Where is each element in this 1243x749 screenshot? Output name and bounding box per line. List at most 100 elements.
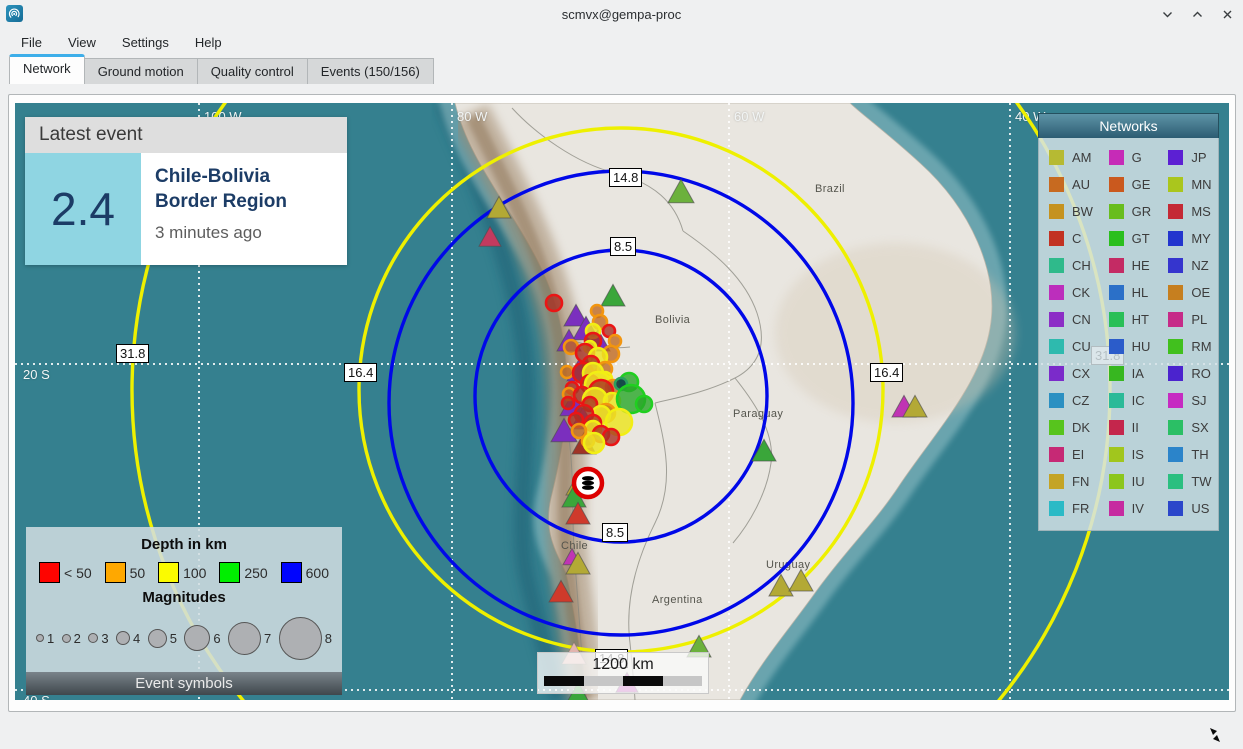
network-item[interactable]: US — [1158, 495, 1218, 522]
distance-label: 14.8 — [609, 168, 642, 187]
network-item[interactable]: MN — [1158, 171, 1218, 198]
network-item[interactable]: PL — [1158, 306, 1218, 333]
network-color-swatch — [1049, 366, 1064, 381]
network-item[interactable]: OE — [1158, 279, 1218, 306]
network-item[interactable]: RO — [1158, 360, 1218, 387]
distance-label: 8.5 — [602, 523, 628, 542]
magnitude-legend-row: 12345678 — [26, 606, 342, 672]
station-triangle[interactable] — [601, 284, 625, 306]
minimize-button[interactable] — [1159, 6, 1175, 22]
network-item[interactable]: G — [1099, 144, 1159, 171]
network-item[interactable]: II — [1099, 414, 1159, 441]
app-window: { "window": {"title": "scmvx@gempa-proc"… — [0, 0, 1243, 747]
station-triangle[interactable] — [479, 226, 501, 246]
network-item[interactable]: MS — [1158, 198, 1218, 225]
network-item[interactable]: C — [1039, 225, 1099, 252]
event-circle[interactable] — [603, 429, 619, 445]
network-item[interactable]: CN — [1039, 306, 1099, 333]
map-canvas[interactable]: 100 W80 W60 W40 W20 S40 S BrazilBoliviaP… — [15, 103, 1229, 700]
network-item[interactable]: HT — [1099, 306, 1159, 333]
network-item[interactable]: RM — [1158, 333, 1218, 360]
network-item[interactable]: CZ — [1039, 387, 1099, 414]
network-item[interactable]: TW — [1158, 468, 1218, 495]
network-item[interactable]: IS — [1099, 441, 1159, 468]
network-item[interactable]: AM — [1039, 144, 1099, 171]
magnitude-circle — [62, 634, 71, 643]
magnitude-circle — [116, 631, 130, 645]
network-color-swatch — [1109, 339, 1124, 354]
magnitude-label: 7 — [264, 631, 271, 646]
network-item[interactable]: MY — [1158, 225, 1218, 252]
network-item[interactable]: SJ — [1158, 387, 1218, 414]
magnitude-item: 5 — [148, 629, 177, 648]
magnitude-label: 4 — [133, 631, 140, 646]
network-code: CN — [1072, 312, 1091, 327]
close-button[interactable] — [1219, 6, 1235, 22]
event-circle[interactable] — [561, 366, 573, 378]
network-color-swatch — [1168, 177, 1183, 192]
event-symbols-bar[interactable]: Event symbols — [26, 672, 342, 695]
network-item[interactable]: HE — [1099, 252, 1159, 279]
network-item[interactable]: FN — [1039, 468, 1099, 495]
network-item[interactable]: GT — [1099, 225, 1159, 252]
network-item[interactable]: BW — [1039, 198, 1099, 225]
network-item[interactable]: CH — [1039, 252, 1099, 279]
maximize-button[interactable] — [1189, 6, 1205, 22]
menu-help[interactable]: Help — [182, 31, 235, 54]
latest-event-magnitude: 2.4 — [25, 153, 141, 265]
network-item[interactable]: TH — [1158, 441, 1218, 468]
network-color-swatch — [1168, 285, 1183, 300]
network-item[interactable]: GR — [1099, 198, 1159, 225]
network-item[interactable]: SX — [1158, 414, 1218, 441]
menu-view[interactable]: View — [55, 31, 109, 54]
titlebar[interactable]: scmvx@gempa-proc — [0, 0, 1243, 28]
network-item[interactable]: HL — [1099, 279, 1159, 306]
network-color-swatch — [1168, 420, 1183, 435]
network-item[interactable]: JP — [1158, 144, 1218, 171]
network-item[interactable]: CX — [1039, 360, 1099, 387]
network-item[interactable]: IA — [1099, 360, 1159, 387]
tab-ground-motion[interactable]: Ground motion — [84, 58, 198, 84]
menu-settings[interactable]: Settings — [109, 31, 182, 54]
network-color-swatch — [1049, 339, 1064, 354]
distance-label: 8.5 — [610, 237, 636, 256]
network-item[interactable]: NZ — [1158, 252, 1218, 279]
network-item[interactable]: IV — [1099, 495, 1159, 522]
network-item[interactable]: CU — [1039, 333, 1099, 360]
magnitude-item: 1 — [36, 631, 54, 646]
network-code: HT — [1132, 312, 1149, 327]
networks-panel-title[interactable]: Networks — [1038, 113, 1219, 138]
latest-event-header[interactable]: Latest event — [25, 117, 347, 153]
scalebar-segment — [544, 676, 584, 686]
network-item[interactable]: AU — [1039, 171, 1099, 198]
depth-item: < 50 — [39, 562, 92, 583]
network-color-swatch — [1109, 474, 1124, 489]
event-circle[interactable] — [562, 397, 574, 409]
network-item[interactable]: EI — [1039, 441, 1099, 468]
depth-legend-title: Depth in km — [26, 536, 342, 553]
network-item[interactable]: FR — [1039, 495, 1099, 522]
tab-network[interactable]: Network — [9, 54, 85, 84]
networks-panel: Networks AMAUBWCCHCKCNCUCXCZDKEIFNFRGGEG… — [1038, 113, 1219, 531]
event-circle[interactable] — [584, 433, 604, 453]
event-circle[interactable] — [546, 295, 562, 311]
network-item[interactable]: CK — [1039, 279, 1099, 306]
network-code: GT — [1132, 231, 1150, 246]
tab-events-[interactable]: Events (150/156) — [307, 58, 434, 84]
event-circle[interactable] — [636, 396, 652, 412]
network-item[interactable]: DK — [1039, 414, 1099, 441]
menu-file[interactable]: File — [8, 31, 55, 54]
network-code: MN — [1191, 177, 1211, 192]
network-item[interactable]: IU — [1099, 468, 1159, 495]
network-item[interactable]: GE — [1099, 171, 1159, 198]
event-symbols-legend: Depth in km < 5050100250600 Magnitudes 1… — [26, 527, 342, 695]
station-triangle[interactable] — [549, 580, 573, 602]
depth-item: 250 — [219, 562, 267, 583]
network-color-swatch — [1049, 285, 1064, 300]
scalebar-segment — [584, 676, 624, 686]
network-code: FR — [1072, 501, 1089, 516]
network-item[interactable]: IC — [1099, 387, 1159, 414]
network-item[interactable]: HU — [1099, 333, 1159, 360]
network-color-swatch — [1168, 474, 1183, 489]
tab-quality-control[interactable]: Quality control — [197, 58, 308, 84]
